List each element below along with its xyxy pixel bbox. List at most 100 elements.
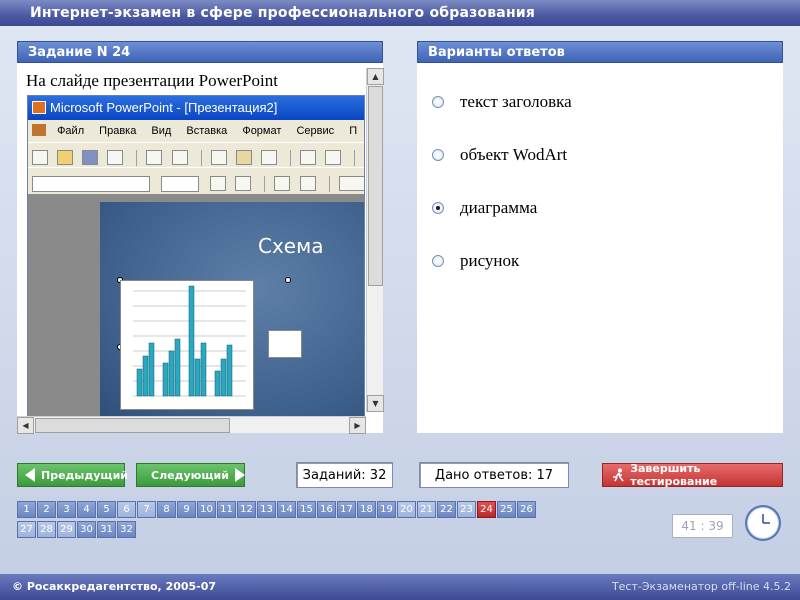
question-number-button[interactable]: 3 (57, 501, 76, 518)
question-number-button[interactable]: 24 (477, 501, 496, 518)
question-number-button[interactable]: 32 (117, 521, 136, 538)
ppt-menu-item: П (349, 125, 358, 137)
scroll-left-button[interactable]: ◀ (17, 417, 34, 434)
question-number-button[interactable]: 28 (37, 521, 56, 538)
ppt-menu-item: Формат (242, 125, 282, 137)
prev-button[interactable]: Предыдущий (17, 463, 129, 487)
ppt-window-title: Microsoft PowerPoint - [Презентация2] (28, 96, 364, 120)
format-painter-icon (260, 150, 277, 165)
question-number-button[interactable]: 16 (317, 501, 336, 518)
total-questions: Заданий: 32 (296, 462, 393, 488)
answer-option[interactable]: диаграмма (432, 196, 537, 220)
question-number-button[interactable]: 11 (217, 501, 236, 518)
question-number-button[interactable]: 31 (97, 521, 116, 538)
question-number-button[interactable]: 20 (397, 501, 416, 518)
font-color-icon (338, 176, 364, 191)
slide-chart (120, 280, 254, 410)
question-number-button[interactable]: 9 (177, 501, 196, 518)
ppt-menu-item: Правка (99, 125, 137, 137)
question-number-button[interactable]: 15 (297, 501, 316, 518)
radio-button[interactable] (432, 96, 444, 108)
answers-header-label: Варианты ответов (428, 45, 565, 60)
question-number-button[interactable]: 29 (57, 521, 76, 538)
question-number-button[interactable]: 10 (197, 501, 216, 518)
ppt-menu-item: Сервис (296, 125, 335, 137)
question-number-button[interactable]: 1 (17, 501, 36, 518)
scroll-right-button[interactable]: ▶ (349, 417, 366, 434)
toolbar-separator (264, 175, 266, 192)
question-text: На слайде презентации PowerPoint (26, 71, 278, 90)
answered-count-label: Дано ответов: 17 (434, 467, 554, 483)
question-number-button[interactable]: 26 (517, 501, 536, 518)
selection-handle (285, 277, 291, 283)
question-horizontal-scrollbar[interactable]: ◀ ▶ (17, 416, 366, 434)
question-number-button[interactable]: 5 (97, 501, 116, 518)
question-number-button[interactable]: 4 (77, 501, 96, 518)
question-number-button[interactable]: 22 (437, 501, 456, 518)
paste-icon (235, 150, 252, 165)
question-vertical-scrollbar[interactable]: ▲ ▼ (366, 68, 384, 412)
new-icon (32, 150, 48, 165)
ppt-window-title-text: Microsoft PowerPoint - [Презентация2] (50, 100, 278, 115)
question-number-button[interactable]: 19 (377, 501, 396, 518)
toolbar-separator (328, 175, 330, 192)
question-number-button[interactable]: 8 (157, 501, 176, 518)
ppt-menu-item: Вставка (186, 125, 228, 137)
chart-icon (364, 150, 365, 165)
question-number-button[interactable]: 13 (257, 501, 276, 518)
question-number-button[interactable]: 14 (277, 501, 296, 518)
footer: © Росаккредагентство, 2005-07 Тест-Экзам… (0, 574, 800, 600)
ppt-menu-item: Вид (151, 125, 172, 137)
question-number-button[interactable]: 7 (137, 501, 156, 518)
question-number-button[interactable]: 17 (337, 501, 356, 518)
footer-copyright: © Росаккредагентство, 2005-07 (12, 580, 217, 593)
radio-button-selected[interactable] (432, 202, 444, 214)
ppt-toolbar (28, 142, 364, 167)
question-number-button[interactable]: 6 (117, 501, 136, 518)
toolbar-separator (136, 149, 138, 166)
next-button[interactable]: Следующий (136, 463, 245, 487)
toolbar-separator (354, 149, 356, 166)
scroll-up-button[interactable]: ▲ (367, 68, 384, 85)
arrow-left-icon (25, 468, 35, 482)
answer-option-label: текст заголовка (460, 92, 572, 111)
radio-button[interactable] (432, 149, 444, 161)
ppt-doc-icon (32, 124, 46, 136)
runner-icon (613, 468, 624, 482)
question-number-button[interactable]: 25 (497, 501, 516, 518)
timer-display: 41 : 39 (672, 514, 733, 538)
arrow-right-icon (234, 468, 245, 482)
finish-test-label: Завершить тестирование (630, 462, 718, 488)
question-number-button[interactable]: 23 (457, 501, 476, 518)
clock-hands (762, 514, 770, 524)
ppt-workspace: Схема (28, 194, 364, 416)
question-number-button[interactable]: 2 (37, 501, 56, 518)
question-number-button[interactable]: 18 (357, 501, 376, 518)
question-number-button[interactable]: 21 (417, 501, 436, 518)
permission-icon (107, 150, 124, 165)
next-button-label: Следующий (151, 468, 229, 482)
powerpoint-logo-icon (32, 101, 46, 114)
grow-font-icon (274, 176, 291, 191)
prev-button-label: Предыдущий (41, 468, 129, 482)
radio-button[interactable] (432, 255, 444, 267)
copy-icon (210, 150, 227, 165)
answer-option[interactable]: текст заголовка (432, 90, 572, 114)
scroll-thumb[interactable] (35, 418, 230, 433)
scroll-thumb[interactable] (368, 86, 383, 286)
question-number-button[interactable]: 27 (17, 521, 36, 538)
scroll-down-button[interactable]: ▼ (367, 395, 384, 412)
question-number-button[interactable]: 30 (77, 521, 96, 538)
size-combo (161, 175, 200, 192)
answered-count: Дано ответов: 17 (419, 462, 569, 488)
bullets-icon (235, 176, 252, 191)
toolbar-separator (200, 149, 202, 166)
answer-option-label: объект WodArt (460, 145, 568, 164)
answer-option[interactable]: рисунок (432, 249, 519, 273)
question-header: Задание N 24 (17, 41, 383, 63)
toolbar-separator (290, 149, 292, 166)
finish-test-button[interactable]: Завершить тестирование (602, 462, 783, 488)
redo-icon (325, 150, 342, 165)
answer-option[interactable]: объект WodArt (432, 143, 567, 167)
question-number-button[interactable]: 12 (237, 501, 256, 518)
